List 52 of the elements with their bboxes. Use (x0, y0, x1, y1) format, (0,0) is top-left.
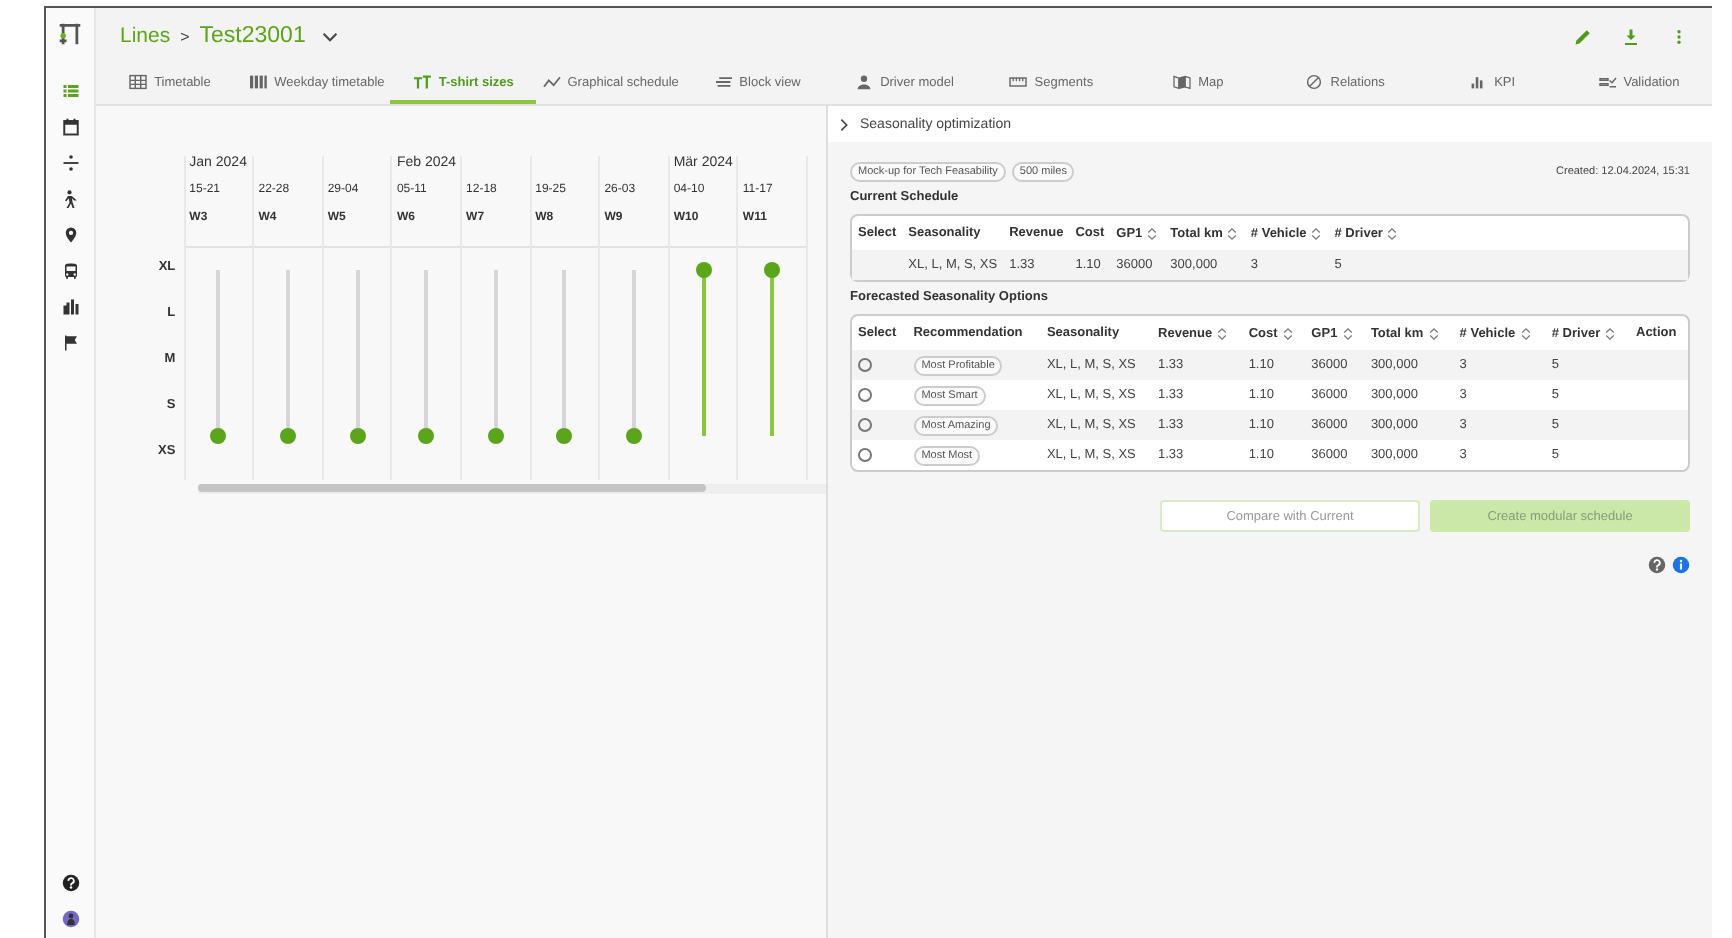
walking-person-icon[interactable] (61, 190, 79, 208)
slider-thumb[interactable] (556, 428, 573, 444)
slider-thumb[interactable] (349, 428, 366, 444)
map-icon (1172, 74, 1193, 90)
slider-thumb[interactable] (280, 428, 297, 444)
grid-icon (128, 74, 149, 90)
logo-icon[interactable] (58, 20, 82, 48)
chevron-down-icon[interactable] (321, 31, 338, 41)
sort-icon[interactable] (1519, 325, 1532, 341)
sort-icon[interactable] (1310, 225, 1323, 241)
columns-icon (248, 74, 269, 90)
calendar-icon[interactable] (61, 118, 79, 136)
ruler-icon (1008, 74, 1029, 90)
radio-button[interactable] (858, 357, 872, 372)
flag-icon[interactable] (61, 334, 79, 352)
line-chart-icon (541, 74, 562, 90)
page-title: Test23001 (199, 24, 306, 48)
radio-button[interactable] (858, 417, 872, 432)
pencil-icon[interactable] (1574, 27, 1592, 45)
slider-thumb[interactable] (764, 262, 781, 278)
download-icon[interactable] (1622, 27, 1640, 45)
radio-button[interactable] (858, 387, 872, 402)
sort-icon[interactable] (1226, 225, 1239, 241)
checklist-icon (1597, 74, 1618, 90)
list-icon[interactable] (61, 82, 79, 100)
slider-thumb[interactable] (695, 262, 712, 278)
chevron-right-icon[interactable] (840, 117, 848, 131)
slider-thumb[interactable] (210, 428, 227, 444)
sort-icon[interactable] (1146, 225, 1159, 241)
lines-icon (713, 74, 734, 90)
buildings-icon[interactable] (61, 298, 79, 316)
avatar-icon[interactable] (61, 910, 79, 928)
location-pin-icon[interactable] (61, 226, 79, 244)
divide-icon[interactable] (61, 154, 79, 172)
t-shirt-size-icon (412, 74, 433, 90)
sort-icon[interactable] (1281, 325, 1294, 341)
slider-thumb[interactable] (487, 428, 504, 444)
sort-icon[interactable] (1386, 225, 1399, 241)
sort-icon[interactable] (1216, 325, 1229, 341)
horizontal-scrollbar[interactable] (198, 484, 826, 494)
sort-icon[interactable] (1604, 325, 1617, 341)
radio-button[interactable] (858, 447, 872, 462)
sort-icon[interactable] (1427, 325, 1440, 341)
slash-circle-icon (1304, 74, 1325, 90)
bus-icon[interactable] (61, 262, 79, 280)
person-icon (854, 74, 875, 90)
sort-icon[interactable] (1341, 325, 1354, 341)
info-icon[interactable] (1672, 556, 1690, 574)
breadcrumb-separator: > (180, 27, 190, 45)
help-icon[interactable] (61, 874, 79, 892)
slider-thumb[interactable] (626, 428, 643, 444)
slider-thumb[interactable] (418, 428, 435, 444)
